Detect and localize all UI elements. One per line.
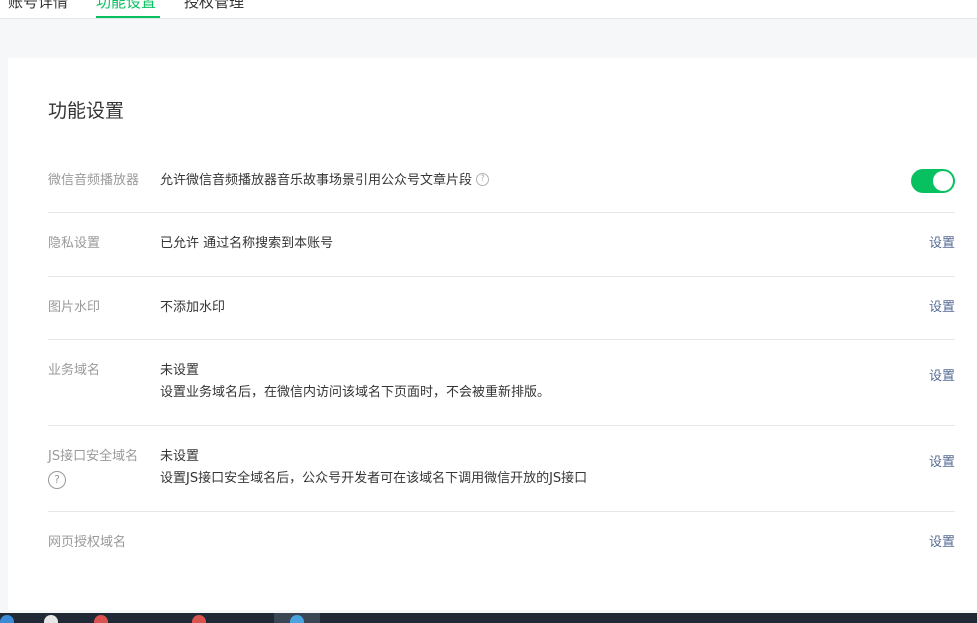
tab-authorization-management[interactable]: 授权管理 [184, 0, 244, 12]
app-icon[interactable] [192, 615, 206, 623]
settings-card: 功能设置 微信音频播放器 允许微信音频播放器音乐故事场景引用公众号文章片段? 隐… [8, 58, 977, 610]
row-label: JS接口安全域名 [48, 449, 139, 464]
audio-player-description: 允许微信音频播放器音乐故事场景引用公众号文章片段 [160, 173, 473, 188]
setting-row-audio-player: 微信音频播放器 允许微信音频播放器音乐故事场景引用公众号文章片段? [48, 158, 955, 213]
section-title: 功能设置 [48, 100, 125, 122]
os-taskbar [0, 613, 977, 623]
setting-row-business-domain: 业务域名 未设置 设置业务域名后，在微信内访问该域名下页面时，不会被重新排版。 … [48, 340, 955, 426]
row-label: 微信音频播放器 [48, 173, 140, 188]
row-label: 业务域名 [48, 363, 101, 378]
setting-row-js-domain: JS接口安全域名 ? 未设置 设置JS接口安全域名后，公众号开发者可在该域名下调… [48, 426, 955, 512]
setting-row-watermark: 图片水印 不添加水印 设置 [48, 277, 955, 340]
privacy-settings-link[interactable]: 设置 [929, 235, 955, 253]
row-value: 未设置 [160, 363, 200, 378]
active-tab-indicator [96, 16, 160, 18]
row-description: 设置业务域名后，在微信内访问该域名下页面时，不会被重新排版。 [160, 385, 551, 400]
row-label: 图片水印 [48, 300, 101, 315]
app-icon[interactable] [290, 615, 304, 623]
row-value: 不添加水印 [160, 300, 226, 315]
row-value: 允许微信音频播放器音乐故事场景引用公众号文章片段? [160, 170, 490, 192]
row-value: 未设置 [160, 449, 200, 464]
row-label: 隐私设置 [48, 236, 101, 251]
toggle-knob [933, 171, 953, 191]
question-circle-icon[interactable]: ? [476, 173, 490, 186]
business-domain-settings-link[interactable]: 设置 [929, 368, 955, 386]
start-icon[interactable] [0, 615, 14, 623]
app-icon[interactable] [94, 615, 108, 623]
row-value: 已允许 通过名称搜索到本账号 [160, 236, 334, 251]
row-label: 网页授权域名 [48, 535, 127, 550]
audio-player-toggle[interactable] [911, 169, 955, 193]
top-tab-bar: 账号详情 功能设置 授权管理 [0, 0, 977, 19]
watermark-settings-link[interactable]: 设置 [929, 299, 955, 317]
setting-row-web-auth-domain: 网页授权域名 设置 [48, 512, 955, 576]
js-domain-settings-link[interactable]: 设置 [929, 454, 955, 472]
app-icon[interactable] [44, 615, 58, 623]
tab-account-details[interactable]: 账号详情 [8, 0, 68, 12]
tab-function-settings[interactable]: 功能设置 [96, 0, 156, 12]
question-circle-icon[interactable]: ? [48, 471, 66, 489]
web-auth-domain-settings-link[interactable]: 设置 [929, 534, 955, 552]
setting-row-privacy: 隐私设置 已允许 通过名称搜索到本账号 设置 [48, 213, 955, 277]
row-description: 设置JS接口安全域名后，公众号开发者可在该域名下调用微信开放的JS接口 [160, 471, 588, 486]
